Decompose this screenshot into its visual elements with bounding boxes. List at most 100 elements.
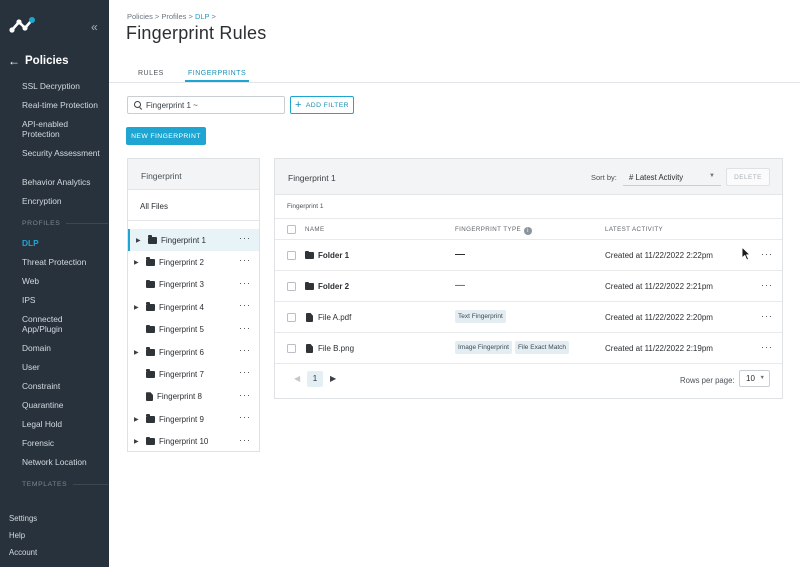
- chevron-down-icon: ▼: [709, 173, 715, 179]
- sort-select[interactable]: # Latest Activity ▼: [623, 168, 721, 186]
- row-type: Text Fingerprint: [455, 310, 506, 323]
- add-filter-button[interactable]: + ADD FILTER: [290, 96, 354, 114]
- more-options-icon[interactable]: ···: [239, 278, 251, 288]
- sidebar-item-connected-app[interactable]: Connected App/Plugin: [22, 314, 104, 334]
- search-input[interactable]: Fingerprint 1 ~: [127, 96, 285, 114]
- new-fingerprint-button[interactable]: NEW FINGERPRINT: [126, 127, 206, 145]
- sidebar-item-network-location[interactable]: Network Location: [22, 457, 104, 467]
- row-date: Created at 11/22/2022 2:21pm: [605, 282, 713, 291]
- tree-item[interactable]: Fingerprint 5 ···: [128, 319, 259, 341]
- tree-item[interactable]: Fingerprint 7 ···: [128, 363, 259, 385]
- sidebar-item-threat-protection[interactable]: Threat Protection: [22, 257, 104, 267]
- sidebar-footer-account[interactable]: Account: [9, 548, 37, 557]
- tree-item-label: Fingerprint 9: [159, 414, 204, 424]
- row-checkbox[interactable]: [287, 251, 296, 260]
- fingerprint-type-tag: Text Fingerprint: [455, 310, 506, 323]
- tree-item[interactable]: ▶ Fingerprint 9 ···: [128, 408, 259, 430]
- file-icon: [146, 392, 153, 402]
- more-options-icon[interactable]: ···: [761, 280, 773, 290]
- sidebar-footer-help[interactable]: Help: [9, 531, 25, 540]
- row-checkbox[interactable]: [287, 313, 296, 322]
- collapse-sidebar-icon[interactable]: «: [91, 20, 98, 34]
- info-icon[interactable]: i: [524, 227, 532, 235]
- sidebar-item-constraint[interactable]: Constraint: [22, 381, 104, 391]
- caret-right-icon[interactable]: ▶: [134, 259, 142, 266]
- column-latest-activity[interactable]: LATEST ACTIVITY: [605, 226, 663, 233]
- page-title: Fingerprint Rules: [126, 23, 267, 43]
- sidebar-back-title[interactable]: ← Policies: [8, 54, 68, 68]
- breadcrumb-dlp-link[interactable]: DLP: [195, 12, 209, 21]
- row-name: File B.png: [305, 344, 354, 353]
- sidebar-item-forensic[interactable]: Forensic: [22, 438, 104, 448]
- more-options-icon[interactable]: ···: [239, 345, 251, 355]
- sidebar-title: Policies: [25, 55, 69, 67]
- sidebar-item-real-time-protection[interactable]: Real-time Protection: [22, 100, 104, 110]
- table-row[interactable]: Folder 2 — Created at 11/22/2022 2:21pm …: [275, 271, 782, 302]
- more-options-icon[interactable]: ···: [761, 311, 773, 321]
- table-row[interactable]: File A.pdf Text Fingerprint Created at 1…: [275, 302, 782, 333]
- row-name-text: File A.pdf: [318, 313, 352, 322]
- file-icon: [306, 344, 313, 353]
- sidebar-item-user[interactable]: User: [22, 362, 104, 372]
- sidebar-item-quarantine[interactable]: Quarantine: [22, 400, 104, 410]
- more-options-icon[interactable]: ···: [239, 435, 251, 445]
- tree-item[interactable]: ▶ Fingerprint 2 ···: [128, 251, 259, 273]
- sidebar-item-security-assessment[interactable]: Security Assessment: [22, 148, 104, 158]
- row-name: Folder 1: [305, 250, 350, 260]
- more-options-icon[interactable]: ···: [239, 367, 251, 377]
- select-all-checkbox[interactable]: [287, 225, 296, 234]
- panel-breadcrumb[interactable]: Fingerprint 1: [287, 203, 324, 210]
- sidebar-item-behavior-analytics[interactable]: Behavior Analytics: [22, 177, 104, 187]
- sidebar: « ← Policies SSL Decryption Real-time Pr…: [0, 0, 109, 567]
- folder-icon: [148, 235, 157, 244]
- sidebar-item-encryption[interactable]: Encryption: [22, 196, 104, 206]
- row-name-text: Folder 1: [318, 251, 350, 260]
- more-options-icon[interactable]: ···: [761, 342, 773, 352]
- more-options-icon[interactable]: ···: [239, 233, 251, 243]
- tree-item[interactable]: ▶ Fingerprint 6 ···: [128, 341, 259, 363]
- tree-item[interactable]: ▶ Fingerprint 4 ···: [128, 296, 259, 318]
- more-options-icon[interactable]: ···: [239, 390, 251, 400]
- previous-page-icon[interactable]: ◀: [294, 374, 300, 383]
- more-options-icon[interactable]: ···: [761, 249, 773, 259]
- tree-item[interactable]: Fingerprint 8 ···: [128, 386, 259, 408]
- table-row[interactable]: Folder 1 — Created at 11/22/2022 2:22pm …: [275, 240, 782, 271]
- caret-right-icon[interactable]: ▶: [134, 438, 142, 445]
- tab-rules[interactable]: RULES: [138, 70, 164, 82]
- tree-item-label: Fingerprint 7: [159, 369, 204, 379]
- breadcrumb-path[interactable]: Policies > Profiles >: [127, 12, 195, 21]
- rows-per-page-select[interactable]: 10 ▼: [739, 370, 770, 387]
- sidebar-footer-settings[interactable]: Settings: [9, 514, 37, 523]
- chevron-down-icon: ▼: [759, 375, 765, 381]
- templates-section-label: TEMPLATES: [22, 481, 108, 488]
- sidebar-item-legal-hold[interactable]: Legal Hold: [22, 419, 104, 429]
- tree-item[interactable]: ▶ Fingerprint 1 ···: [128, 229, 259, 251]
- sidebar-item-dlp[interactable]: DLP: [22, 238, 104, 248]
- row-checkbox[interactable]: [287, 282, 296, 291]
- netskope-logo-icon[interactable]: [9, 16, 37, 39]
- caret-right-icon[interactable]: ▶: [134, 304, 142, 311]
- caret-right-icon[interactable]: ▶: [134, 416, 142, 423]
- sidebar-item-domain[interactable]: Domain: [22, 343, 104, 353]
- sidebar-item-ips[interactable]: IPS: [22, 295, 104, 305]
- caret-right-icon[interactable]: ▶: [134, 349, 142, 356]
- more-options-icon[interactable]: ···: [239, 412, 251, 422]
- tree-item[interactable]: Fingerprint 3 ···: [128, 274, 259, 296]
- sidebar-item-api-enabled-protection[interactable]: API-enabled Protection: [22, 119, 104, 139]
- tree-item[interactable]: ▶ Fingerprint 10 ···: [128, 431, 259, 453]
- tree-all-files[interactable]: All Files: [128, 190, 259, 221]
- more-options-icon[interactable]: ···: [239, 323, 251, 333]
- fingerprint-tree: Fingerprint All Files ▶ Fingerprint 1 ··· ▶…: [127, 158, 260, 452]
- tab-fingerprints[interactable]: FINGERPRINTS: [185, 70, 250, 82]
- table-row[interactable]: File B.png Image Fingerprint File Exact M…: [275, 333, 782, 364]
- more-options-icon[interactable]: ···: [239, 255, 251, 265]
- column-name[interactable]: NAME: [305, 226, 324, 233]
- next-page-icon[interactable]: ▶: [330, 374, 336, 383]
- caret-right-icon[interactable]: ▶: [136, 237, 144, 244]
- sidebar-item-web[interactable]: Web: [22, 276, 104, 286]
- delete-button[interactable]: DELETE: [726, 168, 770, 186]
- sidebar-item-ssl-decryption[interactable]: SSL Decryption: [22, 81, 104, 91]
- more-options-icon[interactable]: ···: [239, 300, 251, 310]
- page-number-button[interactable]: 1: [307, 371, 323, 387]
- row-checkbox[interactable]: [287, 344, 296, 353]
